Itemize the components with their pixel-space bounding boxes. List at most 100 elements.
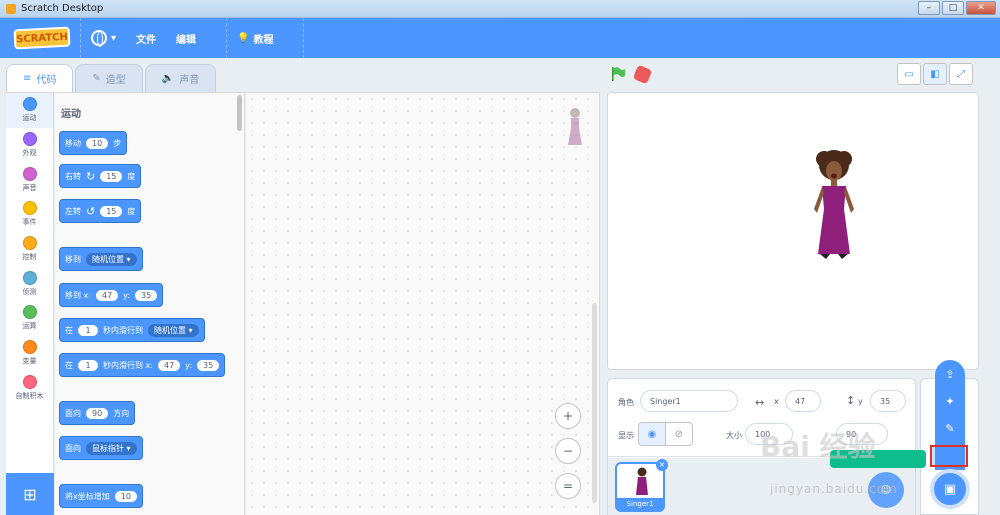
block-input[interactable]: 10: [86, 137, 109, 149]
block-input[interactable]: 47: [95, 289, 119, 301]
category-sound[interactable]: 声音: [6, 162, 53, 197]
category-operators[interactable]: 运算: [6, 301, 53, 336]
add-extension-button[interactable]: ⊞: [6, 473, 54, 515]
scratch-logo[interactable]: SCRATCH: [13, 26, 71, 50]
stage[interactable]: [607, 92, 979, 370]
category-label: 运动: [22, 114, 37, 123]
upload-icon[interactable]: ⇪: [945, 368, 954, 381]
choose-backdrop-search-button[interactable]: ⌕: [930, 445, 968, 467]
sprite-name-label: 角色: [618, 398, 634, 407]
category-variables[interactable]: 变量: [6, 336, 53, 371]
block-turn-left[interactable]: 左转 ↺ 15 度: [59, 199, 142, 223]
block-turn-right[interactable]: 右转 ↻ 15 度: [59, 164, 142, 188]
green-flag-button[interactable]: [610, 66, 626, 82]
extension-icon: ⊞: [23, 484, 37, 504]
stop-button[interactable]: [632, 64, 653, 85]
block-input[interactable]: 15: [100, 205, 123, 217]
y-position-icon: ↕: [846, 394, 856, 407]
block-input[interactable]: 15: [100, 170, 123, 182]
category-sensing[interactable]: 侦测: [6, 266, 53, 301]
block-point-towards[interactable]: 面向 鼠标指针 ▾: [59, 436, 143, 460]
category-dot: [22, 166, 37, 181]
singer-sprite[interactable]: [804, 149, 864, 264]
block-dropdown[interactable]: 随机位置 ▾: [86, 252, 137, 266]
block-dropdown[interactable]: 随机位置 ▾: [148, 323, 199, 337]
block-goto-xy[interactable]: 移到 x: 47 y: 35: [59, 283, 164, 307]
block-text: 步: [113, 138, 122, 148]
y-position-input[interactable]: 35: [870, 390, 906, 412]
category-dot: [22, 270, 37, 285]
tutorials-menu[interactable]: 💡 教程: [237, 31, 273, 46]
menu-bar: SCRATCH ▾ 文件 编辑 💡 教程: [0, 18, 1000, 58]
block-input[interactable]: 35: [197, 359, 220, 371]
category-label: 侦测: [22, 287, 37, 296]
small-stage-button[interactable]: ▭: [897, 63, 921, 85]
close-window-button[interactable]: ✕: [966, 1, 996, 15]
category-looks[interactable]: 外观: [6, 128, 53, 163]
show-sprite-button[interactable]: ◉: [638, 422, 666, 446]
category-label: 事件: [22, 218, 37, 227]
large-stage-button[interactable]: ◧: [923, 63, 947, 85]
watermark-logo: Bai 经验: [760, 430, 876, 463]
language-menu[interactable]: ▾: [91, 30, 116, 47]
tutorials-label: 教程: [253, 34, 274, 46]
block-change-x[interactable]: 将x坐标增加 10: [59, 484, 143, 508]
x-position-input[interactable]: 47: [785, 390, 821, 412]
fullscreen-button[interactable]: ⤢: [949, 63, 973, 85]
edit-menu[interactable]: 编辑: [176, 31, 196, 46]
eye-slash-icon: ⊘: [674, 428, 684, 440]
surprise-icon[interactable]: ✦: [945, 395, 954, 408]
category-dot: [22, 97, 37, 112]
block-input[interactable]: 1: [78, 359, 98, 371]
tab-code[interactable]: ≡ 代码: [6, 64, 74, 92]
category-dot: [22, 340, 37, 355]
block-text: 度: [127, 171, 136, 181]
block-input[interactable]: 10: [114, 490, 137, 502]
menu-divider: [303, 18, 305, 58]
block-input[interactable]: 1: [78, 324, 98, 336]
block-text: y:: [185, 360, 193, 370]
block-categories: 运动 外观 声音 事件 控制 侦测 运算 变量 自制积木 ⊞: [6, 92, 54, 515]
category-label: 控制: [22, 253, 37, 262]
watermark-url: jingyan.baidu.com: [770, 482, 898, 496]
category-motion[interactable]: 运动: [6, 93, 53, 128]
file-menu[interactable]: 文件: [136, 31, 156, 46]
maximize-button[interactable]: □: [942, 1, 964, 15]
block-glide-to[interactable]: 在 1 秒内滑行到 随机位置 ▾: [59, 318, 205, 342]
dropdown-value: 随机位置: [154, 325, 186, 335]
category-my-blocks[interactable]: 自制积木: [6, 371, 53, 406]
choose-backdrop-button[interactable]: ▣: [930, 469, 970, 509]
delete-sprite-button[interactable]: ×: [656, 459, 668, 471]
block-input[interactable]: 90: [86, 407, 109, 419]
category-control[interactable]: 控制: [6, 232, 53, 267]
category-dot: [22, 374, 37, 389]
minimize-button[interactable]: –: [918, 1, 940, 15]
hide-sprite-button[interactable]: ⊘: [665, 422, 693, 446]
block-point-direction[interactable]: 面向 90 方向: [59, 401, 136, 425]
block-goto[interactable]: 移到 随机位置 ▾: [59, 247, 143, 271]
block-move-steps[interactable]: 移动 10 步: [59, 131, 128, 155]
speaker-icon: 🔈: [161, 73, 175, 84]
palette-scrollbar[interactable]: [237, 95, 242, 131]
category-events[interactable]: 事件: [6, 197, 53, 232]
block-text: 方向: [113, 408, 130, 418]
sprite-thumbnail[interactable]: Singer1 ×: [615, 459, 668, 512]
script-area[interactable]: + − =: [246, 92, 600, 515]
singer-thumbnail-icon: [636, 467, 648, 495]
app-icon: [6, 3, 16, 14]
paint-icon[interactable]: ✎: [945, 422, 954, 435]
block-input[interactable]: 47: [157, 359, 181, 371]
script-scrollbar[interactable]: [592, 303, 597, 503]
block-input[interactable]: 35: [135, 289, 158, 301]
zoom-reset-button[interactable]: =: [555, 473, 581, 499]
block-text: 移到 x:: [65, 290, 91, 300]
sprite-name-input[interactable]: Singer1: [640, 390, 738, 412]
zoom-in-button[interactable]: +: [555, 403, 581, 429]
zoom-out-button[interactable]: −: [555, 438, 581, 464]
category-label: 变量: [22, 357, 37, 366]
tab-sounds[interactable]: 🔈 声音: [144, 64, 217, 92]
block-text: 移动: [65, 138, 81, 148]
block-dropdown[interactable]: 鼠标指针 ▾: [86, 441, 137, 455]
tab-costumes[interactable]: ✎ 造型: [75, 64, 143, 92]
block-glide-xy[interactable]: 在 1 秒内滑行到 x: 47 y: 35: [59, 353, 226, 377]
